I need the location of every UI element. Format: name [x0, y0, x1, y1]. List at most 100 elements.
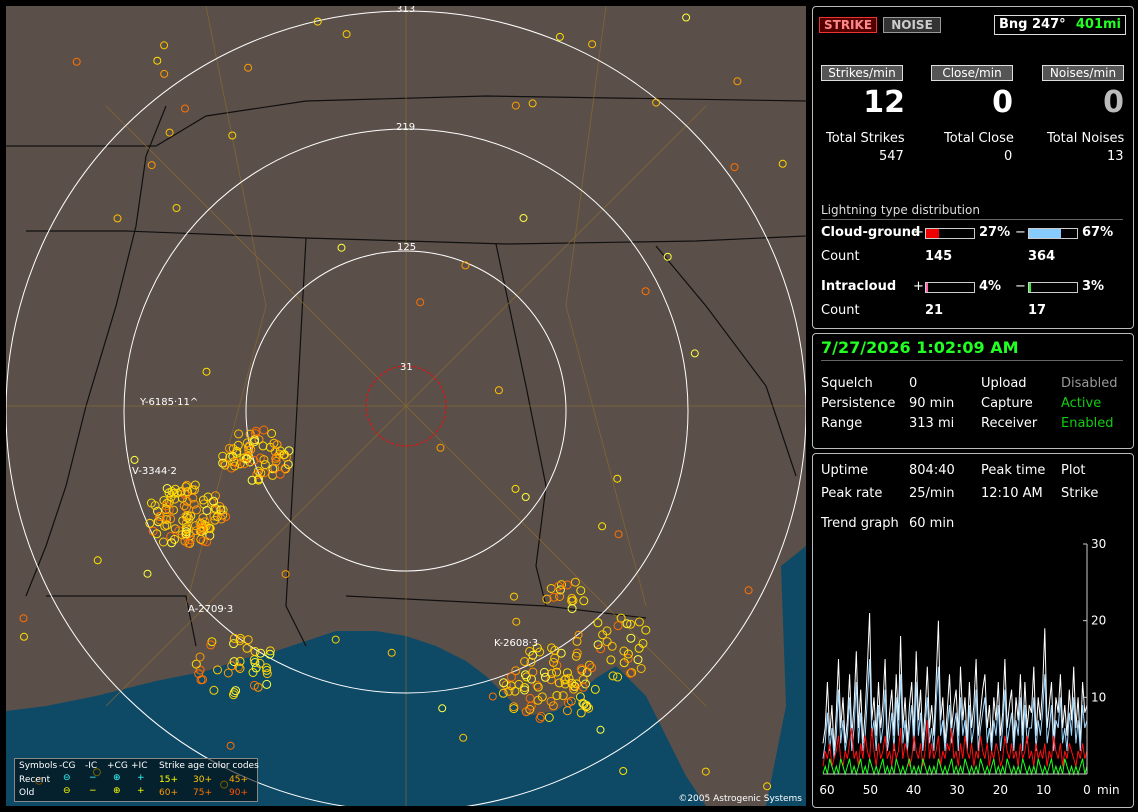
distance-value: 401mi — [1075, 17, 1121, 32]
legend-old-label: Old — [19, 788, 35, 798]
strike-marker — [555, 32, 564, 41]
strike-marker — [744, 586, 753, 595]
receiver-value[interactable]: Enabled — [1061, 416, 1114, 431]
strike-marker — [602, 637, 612, 647]
y-tick-label: 10 — [1091, 690, 1106, 704]
uptime-value: 804:40 — [909, 463, 955, 478]
capture-value[interactable]: Active — [1061, 396, 1101, 411]
strike-marker — [613, 474, 622, 483]
strike-marker — [130, 455, 139, 464]
strike-marker — [147, 161, 156, 170]
strike-marker — [337, 243, 346, 252]
datetime: 7/27/2026 1:02:09 AM — [821, 338, 1019, 357]
x-tick-label: 60 — [819, 783, 834, 797]
range-value[interactable]: 313 mi — [909, 416, 954, 431]
strike-marker — [588, 40, 597, 49]
recent-minus-cg-icon: ⊖ — [63, 773, 71, 783]
strike-marker — [578, 675, 588, 684]
plot-label: Plot — [1061, 463, 1086, 478]
cg-plus-count: 145 — [925, 249, 953, 264]
strike-marker — [258, 441, 268, 451]
squelch-label: Squelch — [821, 376, 873, 391]
x-tick-label: 30 — [949, 783, 964, 797]
strike-marker — [525, 693, 535, 703]
trend-graph-value[interactable]: 60 min — [909, 516, 954, 531]
old-minus-ic-icon: − — [89, 786, 97, 796]
bearing-box: Bng 247° 401mi — [994, 15, 1126, 35]
upload-value[interactable]: Disabled — [1061, 376, 1117, 391]
strike-marker — [598, 522, 607, 531]
trend-series-line-1 — [822, 658, 1088, 759]
ic-plus-bar — [925, 282, 975, 293]
strike-marker — [626, 633, 636, 643]
storm-label[interactable]: Y-6185·11^ — [140, 397, 198, 408]
total-noises-value: 13 — [1107, 149, 1124, 164]
range-label-125: 125 — [397, 242, 417, 253]
plot-value[interactable]: Strike — [1061, 486, 1098, 501]
total-noises-label: Total Noises — [1047, 131, 1125, 146]
noises-per-min-button[interactable]: Noises/min — [1042, 65, 1124, 81]
strike-marker — [172, 204, 181, 212]
trend-graph-label: Trend graph — [821, 516, 899, 531]
range-label: Range — [821, 416, 863, 431]
strike-marker — [510, 592, 518, 601]
lightning-map[interactable]: 313 219 125 31 Y-6185·11^ V-3344·2 A-270… — [6, 6, 806, 806]
strike-marker — [499, 678, 509, 688]
recent-plus-cg-icon: ⊕ — [113, 773, 121, 783]
storm-label[interactable]: A-2709·3 — [188, 604, 233, 615]
trend-series-line-0 — [822, 612, 1088, 752]
ic-count-label: Count — [821, 303, 860, 318]
range-label-313: 313 — [396, 6, 416, 15]
strike-marker — [641, 625, 651, 635]
strike-marker — [93, 556, 102, 565]
storm-label[interactable]: V-3344·2 — [132, 466, 177, 477]
squelch-value[interactable]: 0 — [909, 376, 917, 391]
strike-marker — [570, 577, 580, 587]
strike-marker — [614, 530, 623, 539]
strike-marker — [158, 537, 168, 547]
strikes-per-min-button[interactable]: Strikes/min — [821, 65, 903, 81]
total-strikes-value: 547 — [879, 149, 904, 164]
close-per-min-value: 0 — [992, 85, 1013, 120]
strike-button[interactable]: STRIKE — [819, 17, 877, 33]
cg-minus-pct: 67% — [1082, 225, 1114, 240]
persistence-label: Persistence — [821, 396, 896, 411]
old-plus-ic-icon: + — [137, 786, 145, 796]
strike-marker — [181, 104, 189, 113]
x-tick-label: 10 — [1036, 783, 1051, 797]
age-15: 15+ — [159, 775, 178, 785]
strike-marker — [234, 429, 244, 439]
strike-marker — [519, 214, 528, 222]
noise-button[interactable]: NOISE — [883, 17, 941, 33]
strike-marker — [763, 782, 772, 791]
persistence-value[interactable]: 90 min — [909, 396, 954, 411]
strike-marker — [607, 641, 617, 651]
storm-label[interactable]: K-2608·3 — [494, 638, 538, 649]
x-tick-label: 50 — [863, 783, 878, 797]
cg-plus-pct: 27% — [979, 225, 1011, 240]
cg-minus-bar — [1028, 228, 1078, 239]
bearing-value: Bng 247° — [999, 17, 1066, 32]
age-60: 60+ — [159, 788, 178, 798]
strikes-per-min-value: 12 — [863, 85, 905, 120]
strike-marker — [153, 56, 162, 65]
strike-marker — [160, 41, 169, 50]
capture-label: Capture — [981, 396, 1033, 411]
recent-minus-ic-icon: − — [89, 773, 97, 783]
trend-panel: Uptime 804:40 Peak time Plot Peak rate 2… — [812, 453, 1134, 808]
close-per-min-button[interactable]: Close/min — [931, 65, 1013, 81]
symbol-legend: Symbols -CG -IC +CG +IC Strike age color… — [14, 758, 259, 802]
ic-minus-sign: − — [1015, 279, 1026, 294]
strike-marker — [511, 484, 520, 493]
stats-panel: STRIKE NOISE Bng 247° 401mi Strikes/min … — [812, 6, 1134, 329]
strike-marker — [202, 506, 212, 515]
age-45: 45+ — [229, 775, 248, 785]
copyright: ©2005 Astrogenic Systems — [678, 794, 802, 804]
legend-plus-cg: +CG — [107, 761, 128, 771]
strike-marker — [733, 77, 742, 86]
strike-marker — [195, 652, 205, 662]
strike-marker — [730, 163, 739, 172]
strike-marker — [641, 287, 650, 296]
peak-rate-value: 25/min — [909, 486, 955, 501]
strike-marker — [260, 460, 270, 470]
